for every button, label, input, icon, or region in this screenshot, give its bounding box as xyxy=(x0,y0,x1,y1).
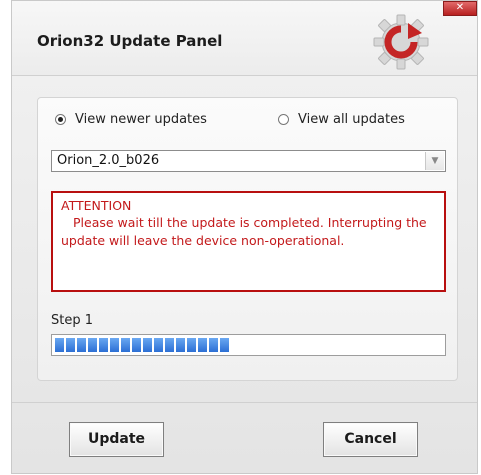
radio-view-newer[interactable]: View newer updates xyxy=(55,112,207,127)
radio-view-all[interactable]: View all updates xyxy=(278,112,405,127)
progress-segment xyxy=(187,338,196,352)
progress-fill xyxy=(55,338,442,352)
progress-segment xyxy=(220,338,229,352)
progress-segment xyxy=(55,338,64,352)
step-label: Step 1 xyxy=(51,313,94,328)
attention-message: Please wait till the update is completed… xyxy=(61,215,427,248)
progress-segment xyxy=(132,338,141,352)
progress-bar xyxy=(51,334,446,356)
chevron-down-icon[interactable]: ▼ xyxy=(425,152,444,170)
title-bar: Orion32 Update Panel ✕ xyxy=(12,1,477,76)
radio-all-label: View all updates xyxy=(298,112,405,127)
update-options-panel: View newer updates View all updates Orio… xyxy=(37,97,458,381)
close-icon: ✕ xyxy=(455,2,465,13)
window-title: Orion32 Update Panel xyxy=(37,32,223,50)
version-select-value: Orion_2.0_b026 xyxy=(57,153,160,168)
close-button[interactable]: ✕ xyxy=(443,1,477,16)
divider xyxy=(12,402,477,403)
progress-segment xyxy=(88,338,97,352)
cancel-button[interactable]: Cancel xyxy=(323,422,418,457)
progress-segment xyxy=(209,338,218,352)
progress-segment xyxy=(110,338,119,352)
progress-segment xyxy=(165,338,174,352)
version-select[interactable]: Orion_2.0_b026 ▼ xyxy=(51,150,446,172)
progress-segment xyxy=(121,338,130,352)
progress-segment xyxy=(198,338,207,352)
gear-refresh-icon xyxy=(373,14,429,70)
progress-segment xyxy=(143,338,152,352)
attention-heading: ATTENTION xyxy=(61,198,132,213)
progress-segment xyxy=(154,338,163,352)
update-button[interactable]: Update xyxy=(69,422,164,457)
progress-segment xyxy=(176,338,185,352)
attention-box: ATTENTION Please wait till the update is… xyxy=(51,191,446,292)
radio-dot[interactable] xyxy=(278,114,289,125)
progress-segment xyxy=(66,338,75,352)
radio-newer-label: View newer updates xyxy=(75,112,207,127)
progress-segment xyxy=(77,338,86,352)
progress-segment xyxy=(99,338,108,352)
update-window: Orion32 Update Panel ✕ View newer update… xyxy=(11,0,478,474)
radio-dot-selected[interactable] xyxy=(55,114,66,125)
